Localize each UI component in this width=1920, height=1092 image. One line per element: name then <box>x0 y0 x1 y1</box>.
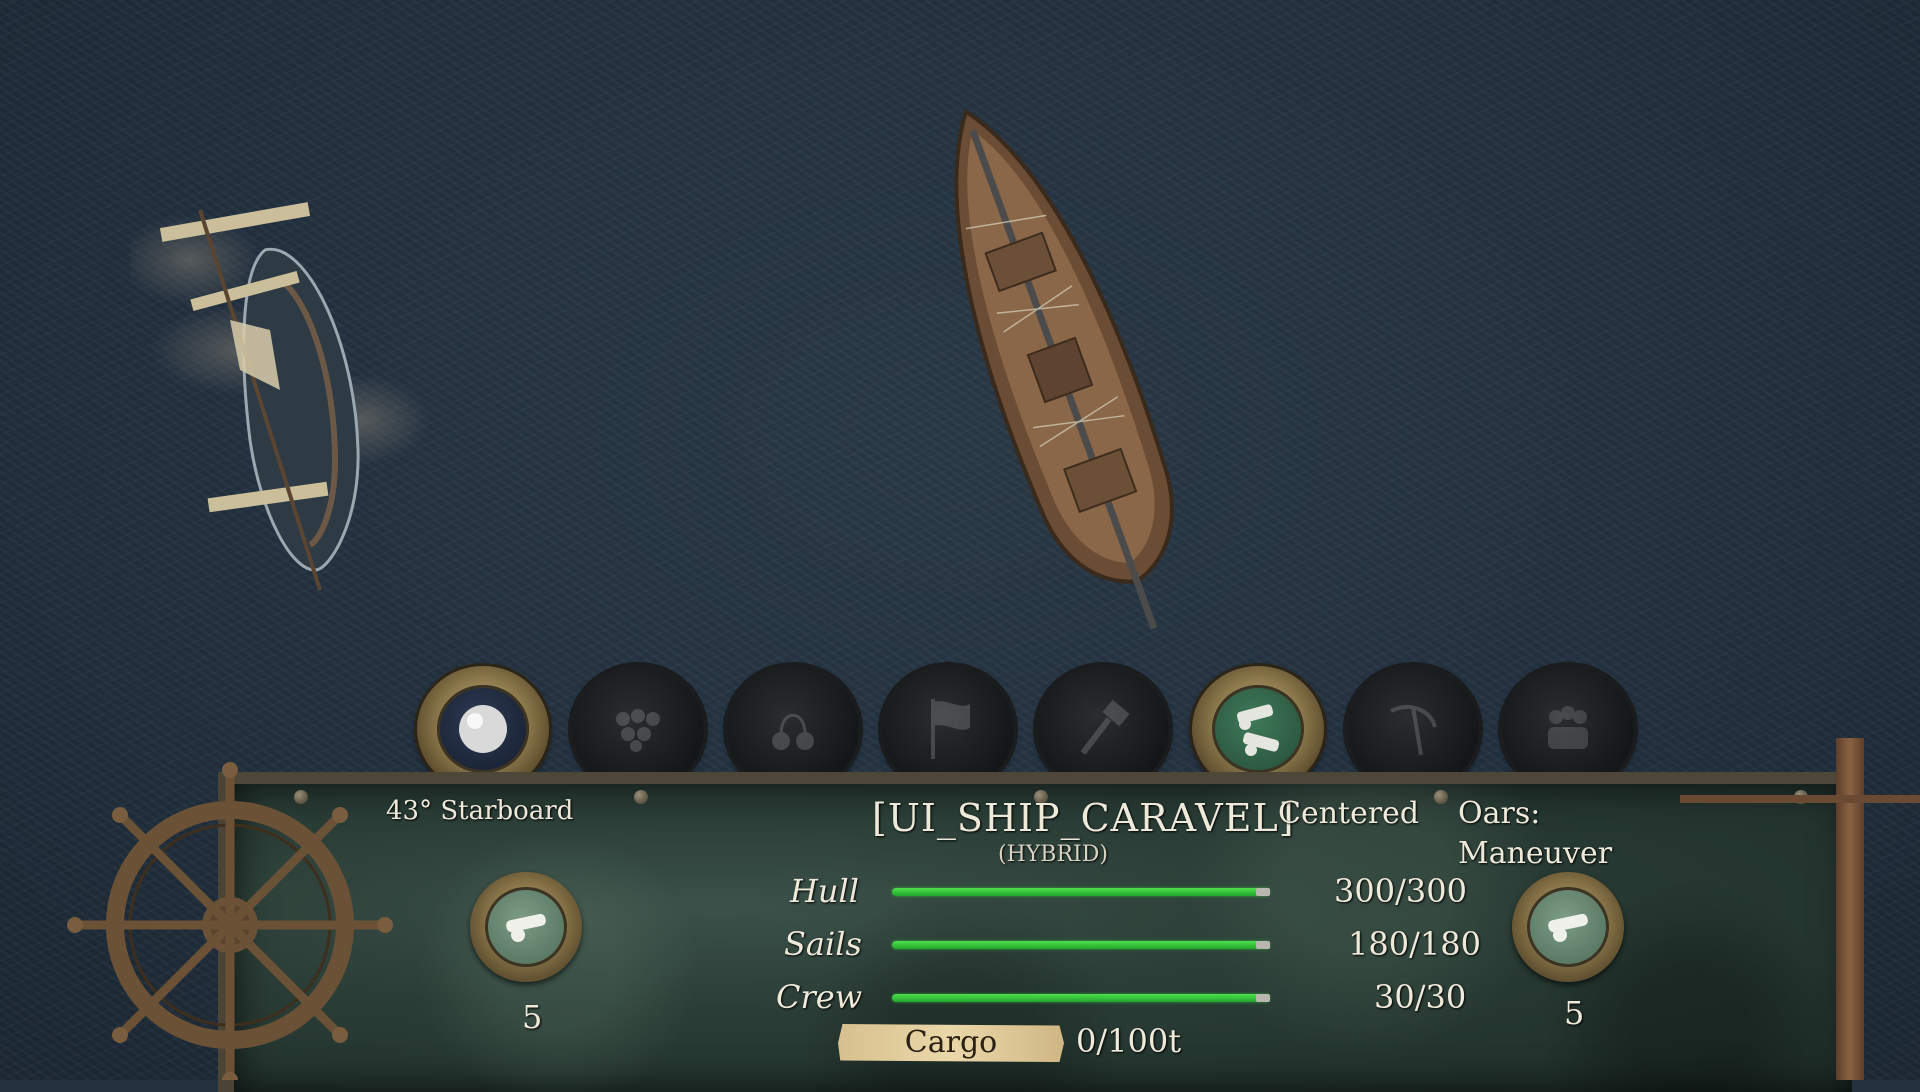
player-ship[interactable] <box>880 85 1240 655</box>
hull-label: Hull <box>790 872 859 910</box>
hull-value: 300/300 <box>1334 872 1467 910</box>
enemy-ship[interactable] <box>130 190 430 630</box>
grappling-hook-icon <box>1390 705 1437 756</box>
crew-value: 30/30 <box>1374 978 1467 1016</box>
ship-name: [UI_SHIP_CARAVEL] <box>872 796 1295 840</box>
crew-bar <box>892 994 1270 1002</box>
port-cannon-count: 5 <box>522 998 543 1036</box>
grapeshot-icon <box>616 709 660 752</box>
sails-value: 180/180 <box>1348 925 1481 963</box>
hammer-icon <box>1080 699 1130 755</box>
mast-yard <box>1680 795 1920 803</box>
cannonball-icon <box>459 705 507 753</box>
ship-wheel-icon[interactable] <box>55 760 405 1080</box>
heading-angle: 43° Starboard <box>386 796 574 826</box>
hull-bar <box>892 888 1270 896</box>
ship-type: (HYBRID) <box>998 842 1108 867</box>
cargo-value: 0/100t <box>1076 1022 1182 1060</box>
cargo-button[interactable]: Cargo <box>838 1024 1064 1062</box>
mast-post <box>1836 738 1864 1080</box>
camera-mode-toggle[interactable]: Centered <box>1278 796 1419 831</box>
sails-bar <box>892 941 1270 949</box>
boarding-crew-icon <box>1548 706 1588 749</box>
cannons-icon <box>1236 704 1280 756</box>
starboard-cannon-button[interactable] <box>1512 872 1624 982</box>
crew-label: Crew <box>776 978 863 1016</box>
cannon-icon <box>1548 913 1588 942</box>
oars-mode-toggle[interactable]: Maneuver <box>1458 836 1612 871</box>
port-cannon-button[interactable] <box>470 872 582 982</box>
starboard-cannon-count: 5 <box>1564 994 1585 1032</box>
sails-label: Sails <box>784 925 862 963</box>
cannon-icon <box>506 913 546 942</box>
flag-icon <box>931 699 970 759</box>
oars-label: Oars: <box>1458 796 1541 831</box>
chainshot-icon <box>772 713 814 750</box>
